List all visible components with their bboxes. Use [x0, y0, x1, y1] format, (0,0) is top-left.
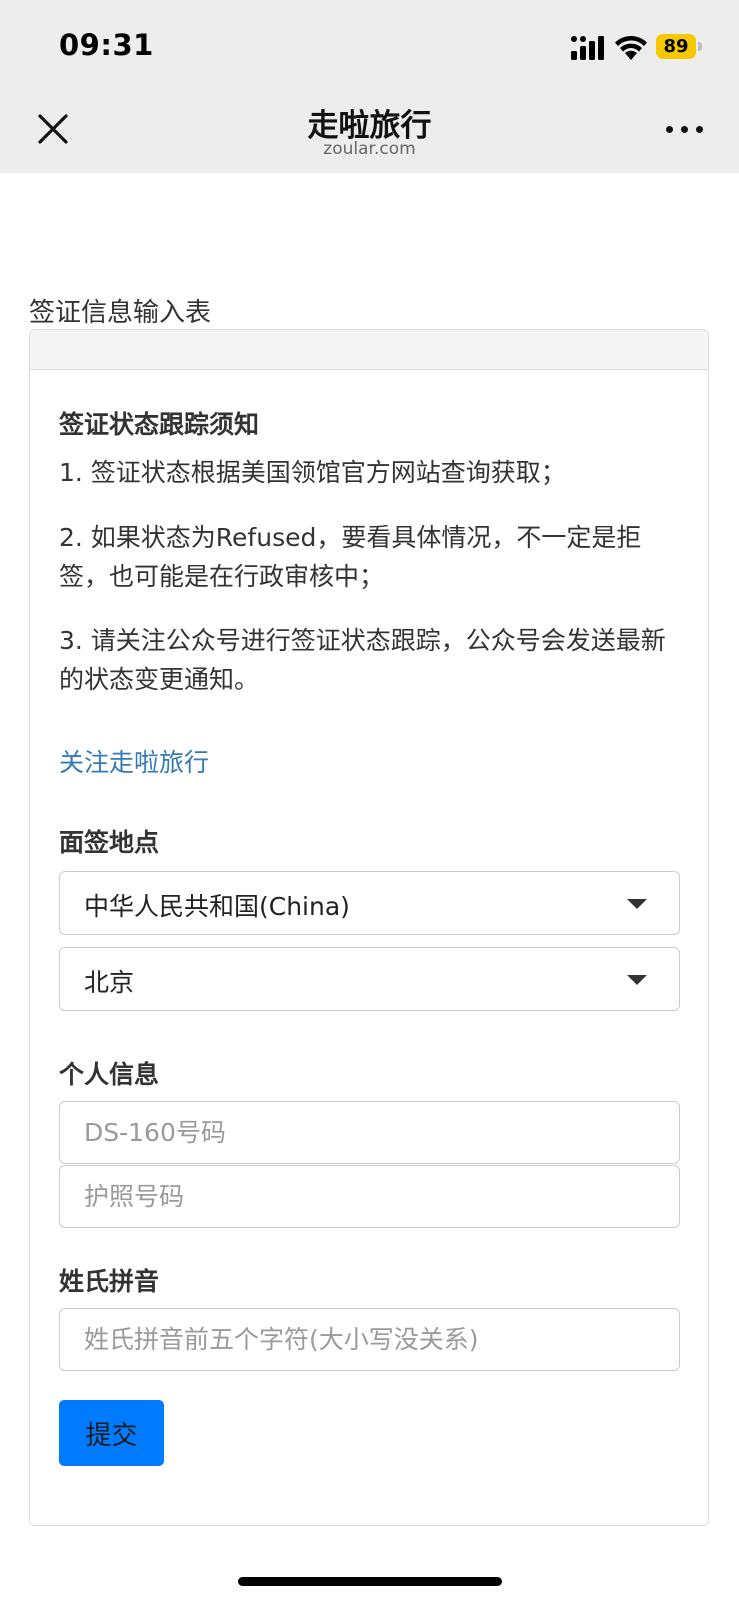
city-select[interactable]: 北京 — [59, 947, 680, 1011]
ds160-input[interactable] — [59, 1101, 680, 1164]
country-select[interactable]: 中华人民共和国(China) — [59, 871, 680, 935]
battery-level: 89 — [656, 34, 696, 59]
location-label: 面签地点 — [59, 828, 160, 857]
passport-input[interactable] — [59, 1165, 680, 1228]
surname-label: 姓氏拼音 — [59, 1267, 160, 1296]
top-bar: 09:31 89 走啦旅行 zoular.com — [0, 0, 739, 173]
chevron-down-icon — [627, 899, 647, 909]
status-time: 09:31 — [59, 28, 154, 62]
battery-icon: 89 — [656, 34, 702, 59]
home-indicator[interactable] — [238, 1577, 502, 1586]
chevron-down-icon — [627, 975, 647, 985]
personal-info-label: 个人信息 — [59, 1060, 160, 1089]
form-heading: 签证信息输入表 — [29, 298, 212, 328]
page-domain: zoular.com — [323, 139, 416, 159]
panel-header — [30, 330, 708, 370]
surname-input[interactable] — [59, 1308, 680, 1371]
notice-title: 签证状态跟踪须知 — [59, 410, 260, 439]
country-value: 中华人民共和国(China) — [84, 892, 350, 921]
cellular-signal-icon — [571, 36, 604, 60]
wifi-icon — [615, 36, 647, 60]
notice-item-2: 2. 如果状态为Refused，要看具体情况，不一定是拒签，也可能是在行政审核中… — [59, 523, 642, 591]
notice-item-3: 3. 请关注公众号进行签证状态跟踪，公众号会发送最新的状态变更通知。 — [59, 626, 666, 694]
submit-button[interactable]: 提交 — [59, 1400, 164, 1466]
city-value: 北京 — [84, 968, 135, 997]
more-options-icon[interactable] — [666, 120, 706, 140]
follow-link[interactable]: 关注走啦旅行 — [59, 743, 209, 779]
notice-item-1: 1. 签证状态根据美国领馆官方网站查询获取； — [59, 458, 566, 487]
